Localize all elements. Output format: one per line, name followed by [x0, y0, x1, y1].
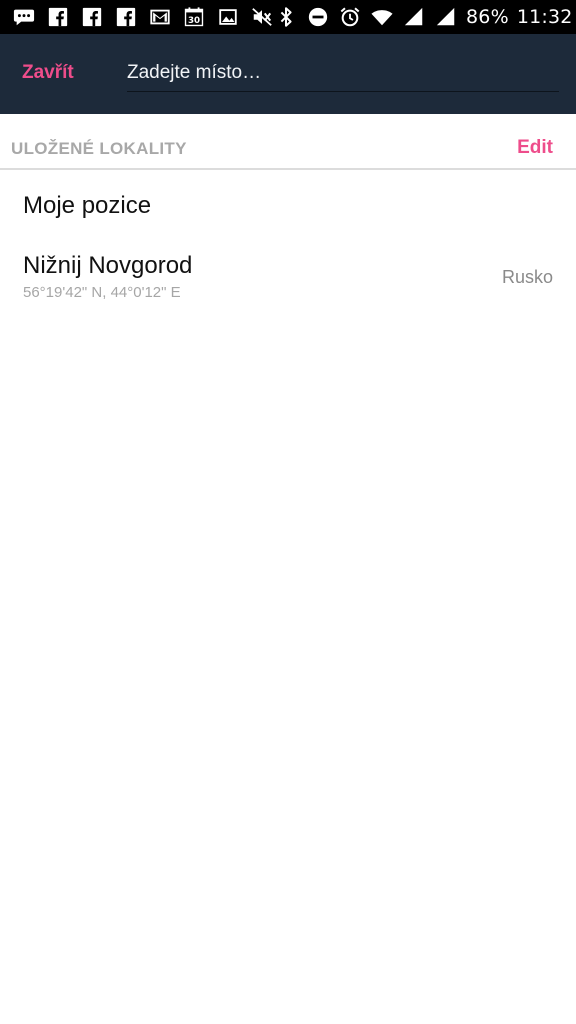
location-name: Moje pozice [23, 192, 152, 219]
facebook-icon [114, 6, 138, 28]
search-input[interactable] [127, 56, 559, 90]
do-not-disturb-icon [306, 6, 330, 28]
edit-button[interactable]: Edit [517, 137, 553, 159]
signal-icon [402, 6, 426, 28]
facebook-icon [80, 6, 104, 28]
system-status: 86% 11:32 [274, 6, 573, 28]
list-item[interactable]: Nižnij Novgorod 56°19'42" N, 44°0'12" E … [0, 234, 576, 314]
search-field[interactable] [127, 56, 559, 92]
close-button[interactable]: Zavřít [22, 62, 74, 84]
clock: 11:32 [516, 6, 573, 28]
list-item-current-location[interactable]: Moje pozice [0, 172, 576, 234]
signal-icon [434, 6, 458, 28]
chat-icon [12, 6, 36, 28]
facebook-icon [46, 6, 70, 28]
gallery-icon [216, 6, 240, 28]
status-bar: 30 86% 11:32 [0, 0, 576, 34]
location-name: Nižnij Novgorod [23, 252, 193, 279]
wifi-icon [370, 6, 394, 28]
saved-locations-list: Moje pozice Nižnij Novgorod 56°19'42" N,… [0, 172, 576, 314]
gmail-icon [148, 6, 172, 28]
svg-text:30: 30 [188, 16, 200, 26]
search-header: Zavřít [0, 34, 576, 114]
location-coordinates: 56°19'42" N, 44°0'12" E [23, 284, 181, 301]
saved-locations-header: ULOŽENÉ LOKALITY Edit [0, 114, 576, 170]
location-country: Rusko [501, 267, 553, 287]
battery-percent: 86% [466, 6, 509, 28]
notification-icons: 30 [12, 6, 274, 28]
section-title: ULOŽENÉ LOKALITY [11, 139, 187, 158]
calendar-icon: 30 [182, 6, 206, 28]
alarm-icon [338, 6, 362, 28]
bluetooth-icon [274, 6, 298, 28]
mute-icon [250, 6, 274, 28]
